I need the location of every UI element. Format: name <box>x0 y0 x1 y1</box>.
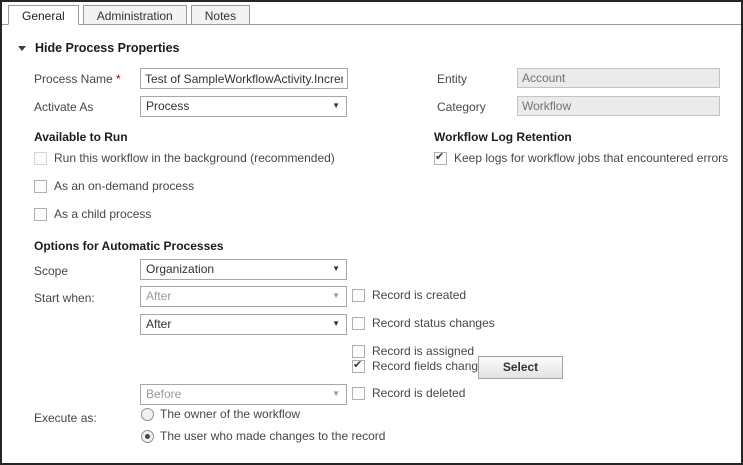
start-when-status-select[interactable]: After ▼ <box>140 314 347 335</box>
automatic-options-title: Options for Automatic Processes <box>34 240 224 253</box>
tab-general[interactable]: General <box>8 5 79 25</box>
checkbox-record-deleted-label: Record is deleted <box>372 387 465 400</box>
chevron-down-icon: ▼ <box>332 390 340 398</box>
required-asterisk: * <box>116 72 121 86</box>
entity-label: Entity <box>437 73 467 86</box>
process-properties-panel: General Administration Notes Hide Proces… <box>0 0 743 465</box>
execute-as-label: Execute as: <box>34 412 97 425</box>
entity-field: Account <box>517 68 720 88</box>
radio-owner-of-workflow[interactable] <box>141 408 154 421</box>
checkbox-record-status-changes[interactable]: ✔ <box>352 317 365 330</box>
checkbox-keep-logs-label: Keep logs for workflow jobs that encount… <box>454 152 728 165</box>
checkbox-record-fields-change[interactable]: ✔ <box>352 360 365 373</box>
tab-administration[interactable]: Administration <box>83 5 187 24</box>
select-fields-button[interactable]: Select <box>478 356 563 379</box>
category-label: Category <box>437 101 486 114</box>
hide-process-properties-toggle[interactable]: Hide Process Properties <box>18 41 180 55</box>
radio-user-who-made-changes-label: The user who made changes to the record <box>160 430 385 443</box>
checkbox-keep-logs[interactable]: ✔ <box>434 152 447 165</box>
chevron-down-icon: ▼ <box>332 102 340 110</box>
checkbox-run-background[interactable]: ✔ <box>34 152 47 165</box>
scope-label: Scope <box>34 265 68 278</box>
radio-user-who-made-changes[interactable] <box>141 430 154 443</box>
checkbox-record-created-label: Record is created <box>372 289 466 302</box>
category-field: Workflow <box>517 96 720 116</box>
checkbox-record-assigned[interactable]: ✔ <box>352 345 365 358</box>
activate-as-label: Activate As <box>34 101 93 114</box>
chevron-down-icon: ▼ <box>332 292 340 300</box>
checkbox-record-status-changes-label: Record status changes <box>372 317 495 330</box>
process-name-input[interactable] <box>140 68 348 89</box>
checkbox-child-process-label: As a child process <box>54 208 151 221</box>
checkbox-run-background-label: Run this workflow in the background (rec… <box>54 152 335 165</box>
collapse-arrow-icon <box>18 46 26 51</box>
workflow-log-retention-title: Workflow Log Retention <box>434 131 572 144</box>
checkbox-on-demand-label: As an on-demand process <box>54 180 194 193</box>
start-when-deleted-select[interactable]: Before ▼ <box>140 384 347 405</box>
collapse-label: Hide Process Properties <box>35 41 180 55</box>
tab-notes[interactable]: Notes <box>191 5 250 24</box>
start-when-created-select[interactable]: After ▼ <box>140 286 347 307</box>
start-when-label: Start when: <box>34 292 95 305</box>
chevron-down-icon: ▼ <box>332 265 340 273</box>
chevron-down-icon: ▼ <box>332 320 340 328</box>
checkbox-child-process[interactable]: ✔ <box>34 208 47 221</box>
checkbox-record-deleted[interactable]: ✔ <box>352 387 365 400</box>
process-name-label: Process Name * <box>34 73 121 86</box>
tab-strip: General Administration Notes <box>2 2 741 25</box>
activate-as-select[interactable]: Process ▼ <box>140 96 347 117</box>
radio-owner-of-workflow-label: The owner of the workflow <box>160 408 300 421</box>
checkbox-record-created[interactable]: ✔ <box>352 289 365 302</box>
checkbox-record-fields-change-label: Record fields change <box>372 360 485 373</box>
checkbox-record-assigned-label: Record is assigned <box>372 345 474 358</box>
checkbox-on-demand[interactable]: ✔ <box>34 180 47 193</box>
scope-select[interactable]: Organization ▼ <box>140 259 347 280</box>
available-to-run-title: Available to Run <box>34 131 128 144</box>
